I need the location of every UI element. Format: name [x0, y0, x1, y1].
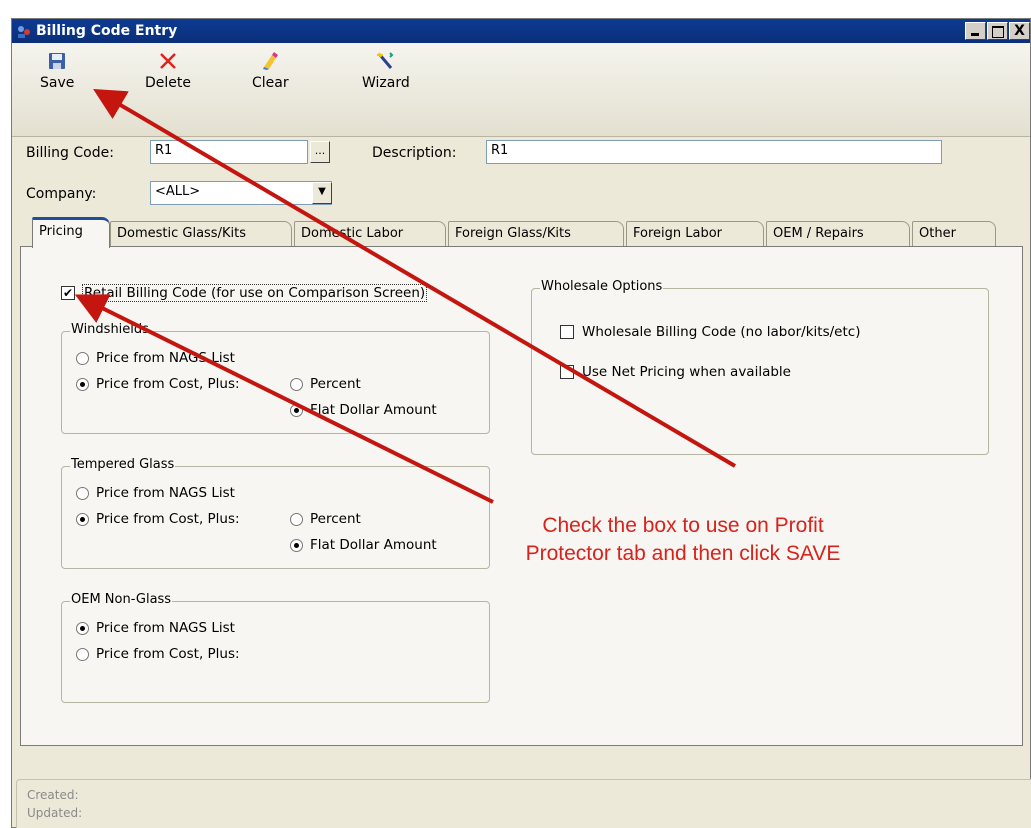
annotation-arrows: [74, 88, 737, 504]
annotation-line-2: Protector tab and then click SAVE: [525, 542, 841, 565]
annotation-line-1: Check the box to use on Profit: [542, 514, 824, 537]
tab-pricing[interactable]: Pricing: [32, 217, 110, 248]
arrow-to-save: [93, 88, 737, 468]
arrow-to-retail-checkbox: [74, 294, 494, 504]
annotation-callout: Check the box to use on Profit Protector…: [478, 512, 888, 568]
